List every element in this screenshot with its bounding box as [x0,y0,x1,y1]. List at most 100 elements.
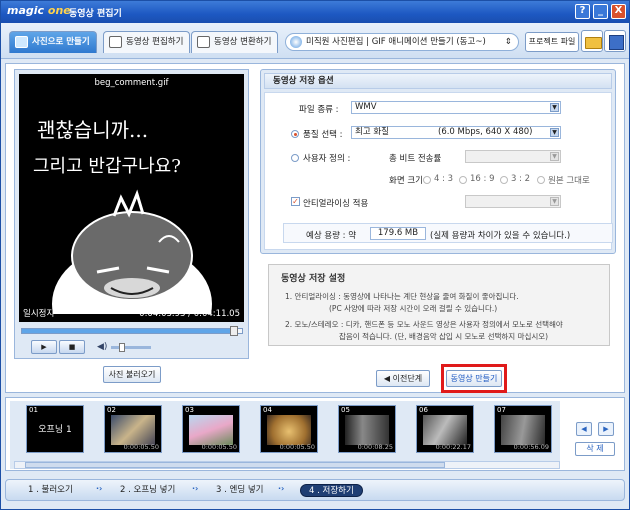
film-icon [109,36,122,48]
quality-select[interactable]: 최고 화질 (6.0 Mbps, 640 X 480) ▼ [351,126,561,139]
volume-handle[interactable] [119,343,125,352]
chevron-down-icon: ▼ [550,197,559,206]
clip-duration: 0:00:56.09 [513,443,549,451]
ratio-3-2-radio[interactable] [500,176,508,184]
tab-video-convert[interactable]: 동영상 변환하기 [191,31,279,53]
step-ending[interactable]: 3 . 엔딩 넣기 [216,484,264,497]
seek-handle[interactable] [230,326,238,336]
clip-item[interactable]: 02 0:00:05.50 [104,405,162,453]
convert-icon [197,36,210,48]
antialias-checkbox[interactable]: ✓ [291,197,300,206]
screen-size-label: 화면 크기 [389,176,423,186]
import-photo-button[interactable]: 사진 불러오기 [103,366,161,383]
seek-progress [22,329,234,333]
tab-video-edit[interactable]: 동영상 편집하기 [103,31,191,53]
info-line: 2. 모노/스테레오 : 디카, 핸드폰 등 모노 사운드 영상은 사용자 정의… [285,320,563,329]
quality-value: 최고 화질 [355,127,389,137]
play-button[interactable]: ▶ [31,340,57,354]
open-folder-icon[interactable] [581,30,603,52]
antialias-label: 안티얼라이싱 적용 [303,199,369,209]
stop-button[interactable]: ■ [59,340,85,354]
quick-menu[interactable]: 미직원 사진편집 | GIF 애니메이션 만들기 (동고~) ⇕ [285,33,519,51]
clip-number: 06 [419,406,428,414]
save-options-body: 파일 종류 : WMV ▼ 품질 선택 : 최고 화질 (6.0 Mbps, 640… [264,92,613,250]
antialias-select[interactable]: ▼ [465,195,561,208]
custom-radio[interactable] [291,154,299,162]
app-logo: magic one [7,4,71,17]
clip-thumbnail [423,415,467,445]
tab-label: 동영상 변환하기 [214,37,272,47]
clip-number: 05 [341,406,350,414]
ratio-16-9-label: 16 : 9 [470,174,495,184]
clip-item[interactable]: 03 0:00:05.50 [182,405,240,453]
step-import[interactable]: 1 . 불러오기 [28,484,73,497]
clip-item[interactable]: 07 0:00:56.09 [494,405,552,453]
app-window: magic one 동영상 편집기 ? _ X 사진으로 만들기 동영상 편집하… [0,0,630,510]
cartoon-face-illustration [52,189,212,314]
make-video-button[interactable]: 동영상 만들기 [446,370,502,387]
ratio-4-3-radio[interactable] [423,176,431,184]
minimize-button[interactable]: _ [593,4,608,19]
quality-radio[interactable] [291,130,299,138]
ratio-16-9-radio[interactable] [459,176,467,184]
clip-list: 01 오프닝 1 02 0:00:05.50 03 0:00:05.50 04 … [10,401,560,469]
step-arrow-icon: ·› [192,484,199,493]
previous-step-button[interactable]: ◀ 이전단계 [376,370,430,387]
step-save[interactable]: 4 . 저장하기 [300,484,363,497]
save-settings-info: 동영상 저장 설정 1. 안티얼라이싱 : 동영상에 나타나는 계단 현상을 줄… [268,264,610,346]
clip-item[interactable]: 05 0:00:08.25 [338,405,396,453]
menu-arrow-icon: ⇕ [504,37,512,47]
file-type-select[interactable]: WMV ▼ [351,101,561,114]
clip-item[interactable]: 06 0:00:22.17 [416,405,474,453]
preview-filename: beg_comment.gif [94,78,169,88]
info-line: 1. 안티얼라이싱 : 동영상에 나타나는 계단 현상을 줄여 화질이 좋아집니… [285,292,519,301]
filmstrip-scrollbar[interactable] [14,461,560,469]
bulb-icon [290,36,302,48]
clip-title: 오프닝 1 [38,425,72,435]
clip-filmstrip: 01 오프닝 1 02 0:00:05.50 03 0:00:05.50 04 … [5,397,625,471]
project-file-button[interactable]: 프로젝트 파일 [525,32,579,52]
ratio-original-radio[interactable] [537,176,545,184]
ratio-original-label: 원본 그대로 [548,176,590,186]
delete-clip-button[interactable]: 삭 제 [575,442,615,456]
playback-state: 일시정지 [23,309,55,319]
help-button[interactable]: ? [575,4,590,19]
clip-item[interactable]: 01 오프닝 1 [26,405,84,453]
clip-number: 07 [497,406,506,414]
caption-line-2: 그리고 반갑구나요? [33,156,181,177]
bitrate-select[interactable]: ▼ [465,150,561,163]
clip-number: 02 [107,406,116,414]
bitrate-label: 총 비트 전송률 [389,154,442,164]
estimated-size-value: 179.6 MB [370,227,426,240]
chevron-down-icon: ▼ [550,103,559,112]
step-progress-bar: 1 . 불러오기 ·› 2 . 오프닝 넣기 ·› 3 . 엔딩 넣기 ·› 4… [5,479,625,501]
clip-duration: 0:00:22.17 [435,443,471,451]
tab-label: 동영상 편집하기 [126,37,184,47]
save-icon[interactable] [604,30,626,52]
chevron-down-icon: ▼ [550,152,559,161]
clip-duration: 0:00:05.50 [279,443,315,451]
move-left-icon[interactable]: ◀ [576,422,592,436]
clip-thumbnail [111,415,155,445]
step-opening[interactable]: 2 . 오프닝 넣기 [120,484,175,497]
tab-photo-movie[interactable]: 사진으로 만들기 [9,31,97,53]
volume-slider[interactable] [111,343,151,352]
seek-bar[interactable] [21,326,243,336]
scrollbar-thumb[interactable] [25,462,445,468]
info-line: 잡음이 적습니다. (단, 배경음악 삽입 시 모노로 선택하지 마십시오) [339,332,549,341]
file-type-label: 파일 종류 : [299,105,339,115]
volume-icon: ◀) [97,342,108,352]
ratio-4-3-label: 4 : 3 [434,174,454,184]
clip-duration: 0:00:05.50 [123,443,159,451]
move-right-icon[interactable]: ▶ [598,422,614,436]
clip-duration: 0:00:08.25 [357,443,393,451]
clip-item[interactable]: 04 0:00:05.50 [260,405,318,453]
clip-thumbnail [267,415,311,445]
playback-time: 0:04:03.93 / 0:04:11.05 [139,309,240,319]
clip-duration: 0:00:05.50 [201,443,237,451]
clip-thumbnail [501,415,545,445]
preview-panel: beg_comment.gif 괜찮습니까... 그리고 반갑구나요? 일시정지… [14,69,249,359]
close-button[interactable]: X [611,4,626,19]
estimated-size-box: 예상 용량 : 약 179.6 MB (실제 용량과 차이가 있을 수 있습니다… [283,223,613,243]
custom-label: 사용자 정의 : [303,154,351,164]
